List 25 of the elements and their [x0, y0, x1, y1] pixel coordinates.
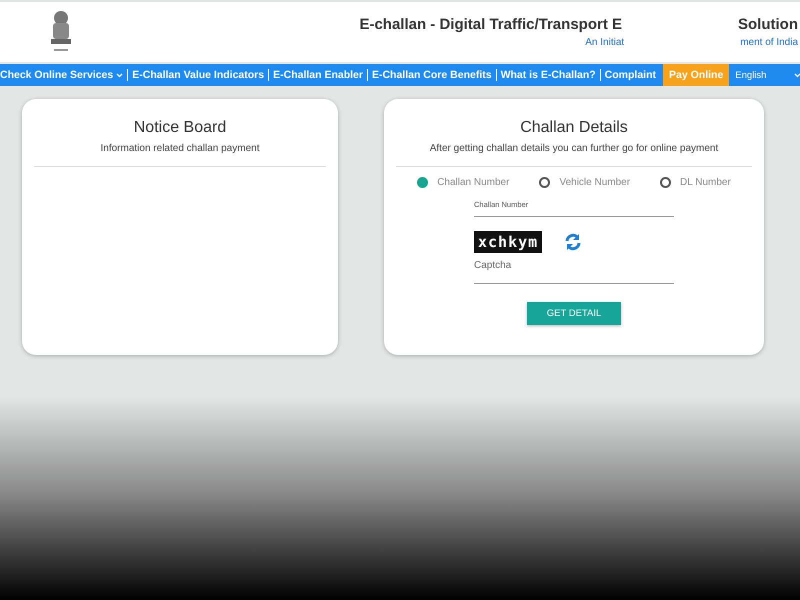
nav-link[interactable]: E-Challan Enabler: [268, 69, 367, 81]
radio-option[interactable]: DL Number: [660, 177, 731, 188]
card-title: Notice Board: [134, 119, 226, 137]
site-subtitle: An Initiat: [585, 37, 624, 48]
site-title: Solution: [738, 16, 798, 33]
captcha-field[interactable]: Captcha: [474, 253, 674, 284]
refresh-icon[interactable]: [564, 233, 582, 251]
card-title: Challan Details: [520, 119, 628, 137]
nav-dropdown[interactable]: Check Online Services: [0, 69, 128, 81]
nav-link[interactable]: Complaint: [600, 69, 660, 81]
site-title: E-challan - Digital Traffic/Transport E: [359, 16, 622, 33]
nav-link[interactable]: E-Challan Core Benefits: [366, 69, 496, 81]
caret-icon: [794, 72, 800, 78]
captcha-image: xchkym: [474, 231, 542, 253]
radio-option[interactable]: Vehicle Number: [539, 177, 630, 188]
card-subtitle: After getting challan details you can further go for online payment: [430, 143, 718, 154]
nav-link[interactable]: What is E-Challan?: [496, 69, 600, 81]
get-detail-button[interactable]: GET DETAIL: [526, 302, 622, 325]
card-subtitle: Information related challan payment: [100, 143, 260, 154]
caret-icon: [116, 72, 124, 78]
radio-option[interactable]: Challan Number: [417, 177, 510, 188]
pay-online-button[interactable]: Pay Online: [663, 64, 730, 86]
nav-link[interactable]: E-Challan Value Indicators: [127, 69, 268, 81]
site-subtitle: ment of India: [740, 37, 798, 48]
language-select[interactable]: English: [729, 68, 800, 82]
